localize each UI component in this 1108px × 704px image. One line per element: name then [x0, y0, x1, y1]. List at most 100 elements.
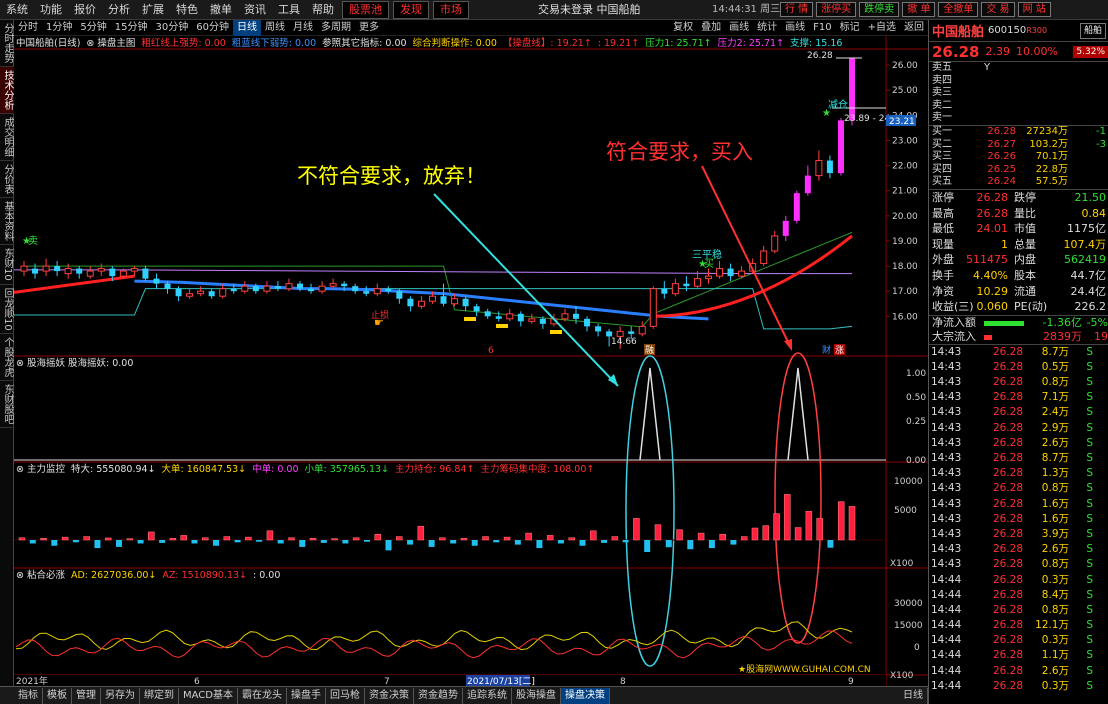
menu-item-quote[interactable]: 报价	[68, 0, 102, 20]
sector-badge[interactable]: 船舶	[1079, 22, 1106, 39]
tool-restore[interactable]: 复权	[669, 20, 697, 36]
vtab-timeshare[interactable]: 分时走势	[0, 20, 14, 67]
signal-marker	[464, 317, 476, 321]
kline-chart[interactable]: 中国船舶(日线) ⊗ 操盘主图 粗红线上强势: 0.00 粗蓝线下弱势: 0.00 参照…	[14, 36, 928, 686]
website-button[interactable]: 网 站	[1017, 2, 1051, 17]
bid-change: -1	[1096, 125, 1106, 137]
period-5min[interactable]: 5分钟	[76, 20, 110, 36]
moneyflow-bar	[256, 540, 263, 542]
moneyflow-bar	[223, 536, 231, 541]
menu-item-cancel[interactable]: 撤单	[204, 0, 238, 20]
trade-volume: 0.5万	[1041, 360, 1069, 373]
period-30min[interactable]: 30分钟	[151, 20, 192, 36]
btab-fund-trend[interactable]: 资金趋势	[414, 687, 463, 704]
tool-mark[interactable]: 标记	[836, 20, 864, 36]
trade-ticker: 14:43 26.28 8.7万 S 14:43 26.28 0.5万 S 14:43 26.28…	[929, 345, 1108, 694]
quote-button[interactable]: 行 情	[780, 2, 814, 17]
btab-manage[interactable]: 管理	[72, 687, 101, 704]
red-ma-line-right	[653, 234, 853, 318]
moneyflow-bar	[751, 527, 759, 541]
menu-item-feature[interactable]: 特色	[170, 0, 204, 20]
candle-body	[385, 288, 392, 292]
candle-body	[64, 268, 72, 275]
vtab-basic-info[interactable]: 基本资料	[0, 198, 14, 245]
vtab-technical[interactable]: 技术分析	[0, 67, 14, 114]
btab-dragon-head[interactable]: 霸在龙头	[238, 687, 287, 704]
limit-down-sell-button[interactable]: 跌停卖	[859, 2, 900, 17]
tool-add-watch[interactable]: +自选	[864, 20, 900, 36]
period-multi[interactable]: 多周期	[317, 20, 355, 36]
menu-item-function[interactable]: 功能	[34, 0, 68, 20]
candle-body	[771, 235, 779, 252]
cancel-all-button[interactable]: 全撤单	[938, 2, 979, 17]
panel3-tick-5000: 5000	[894, 506, 917, 516]
trade-volume: 2.6万	[1041, 664, 1069, 677]
candle-body	[373, 288, 381, 295]
candle-body	[197, 290, 205, 295]
btab-guhai[interactable]: 股海操盘	[512, 687, 561, 704]
tool-draw[interactable]: 画线	[725, 20, 753, 36]
period-1min[interactable]: 1分钟	[42, 20, 76, 36]
limit-up-buy-button[interactable]: 涨停买	[816, 2, 857, 17]
tool-f10[interactable]: F10	[809, 20, 835, 36]
trade-row: 14:43 26.28 0.5万 S	[929, 360, 1108, 375]
moneyflow-bar	[644, 540, 651, 552]
tool-overlay[interactable]: 叠加	[697, 20, 725, 36]
trade-side: S	[1086, 360, 1093, 373]
btab-save-as[interactable]: 另存为	[101, 687, 140, 704]
menu-item-system[interactable]: 系统	[0, 0, 34, 20]
tool-stats[interactable]: 统计	[753, 20, 781, 36]
btab-fund-decision[interactable]: 资金决策	[365, 687, 414, 704]
tool-back[interactable]: 返回	[900, 20, 928, 36]
period-15min[interactable]: 15分钟	[111, 20, 152, 36]
moneyflow-bar	[51, 540, 58, 546]
trade-row: 14:44 26.28 0.3万 S	[929, 633, 1108, 648]
menu-item-stock-pool[interactable]: 股票池	[342, 0, 389, 19]
btab-trader[interactable]: 操盘手	[287, 687, 326, 704]
btab-macd[interactable]: MACD基本	[179, 687, 238, 704]
menu-item-news[interactable]: 资讯	[238, 0, 272, 20]
trade-price: 26.28	[992, 482, 1023, 495]
vtab-dragon-tiger[interactable]: 个股龙虎	[0, 334, 14, 382]
cancel-order-button[interactable]: 撤 单	[902, 2, 936, 17]
candle-body	[826, 160, 833, 174]
main-header-item: 压力2: 25.71↑	[718, 37, 784, 49]
moneyflow-bar	[104, 537, 112, 541]
vtab-dongcai[interactable]: 东财10	[0, 245, 14, 285]
btab-template[interactable]: 模板	[43, 687, 72, 704]
main-header-item: 参照其它指标: 0.00	[322, 37, 406, 49]
trade-volume: 0.8万	[1041, 558, 1069, 571]
candle-body	[462, 298, 469, 307]
trade-button[interactable]: 交 易	[981, 2, 1015, 17]
info-row: 最高 26.28 量比 0.84	[929, 206, 1108, 222]
moneyflow-bar	[601, 540, 608, 543]
period-60min[interactable]: 60分钟	[192, 20, 233, 36]
menu-item-analysis[interactable]: 分析	[102, 0, 136, 20]
period-daily[interactable]: 日线	[232, 19, 261, 36]
menu-item-market[interactable]: 市场	[433, 0, 469, 19]
btab-trade-decision[interactable]: 操盘决策	[560, 687, 610, 704]
btab-tracking[interactable]: 追踪系统	[463, 687, 512, 704]
period-more[interactable]: 更多	[355, 20, 383, 36]
vtab-deals[interactable]: 成交明细	[0, 114, 14, 161]
menu-item-tools[interactable]: 工具	[272, 0, 306, 20]
order-book-bids: 买一 26.28 27234万 -1 买二 26.27 103.2万 -3 买三 26.26 7…	[929, 126, 1108, 190]
btab-huimaqiang[interactable]: 回马枪	[326, 687, 365, 704]
vtab-guba[interactable]: 东财股吧	[0, 381, 14, 429]
period-monthly[interactable]: 月线	[289, 20, 317, 36]
moneyflow-bar	[654, 524, 662, 541]
ask-label: 卖三	[932, 87, 952, 99]
menu-item-help[interactable]: 帮助	[306, 0, 340, 20]
candle-body	[32, 268, 39, 274]
tool-draw-line[interactable]: 画线	[781, 20, 809, 36]
menu-item-discover[interactable]: 发现	[393, 0, 429, 19]
info-row: 涨停 26.28 跌停 21.50	[929, 190, 1108, 206]
menu-item-extend[interactable]: 扩展	[136, 0, 170, 20]
vtab-huilong[interactable]: 回龙顺10	[0, 285, 14, 335]
btab-bind[interactable]: 绑定到	[140, 687, 179, 704]
vtab-price-table[interactable]: 分价表	[0, 161, 14, 198]
period-weekly[interactable]: 周线	[261, 20, 289, 36]
period-timeshare[interactable]: 分时	[14, 20, 42, 36]
btab-indicator[interactable]: 指标	[14, 687, 43, 704]
btab-daily[interactable]: 日线	[899, 687, 928, 704]
